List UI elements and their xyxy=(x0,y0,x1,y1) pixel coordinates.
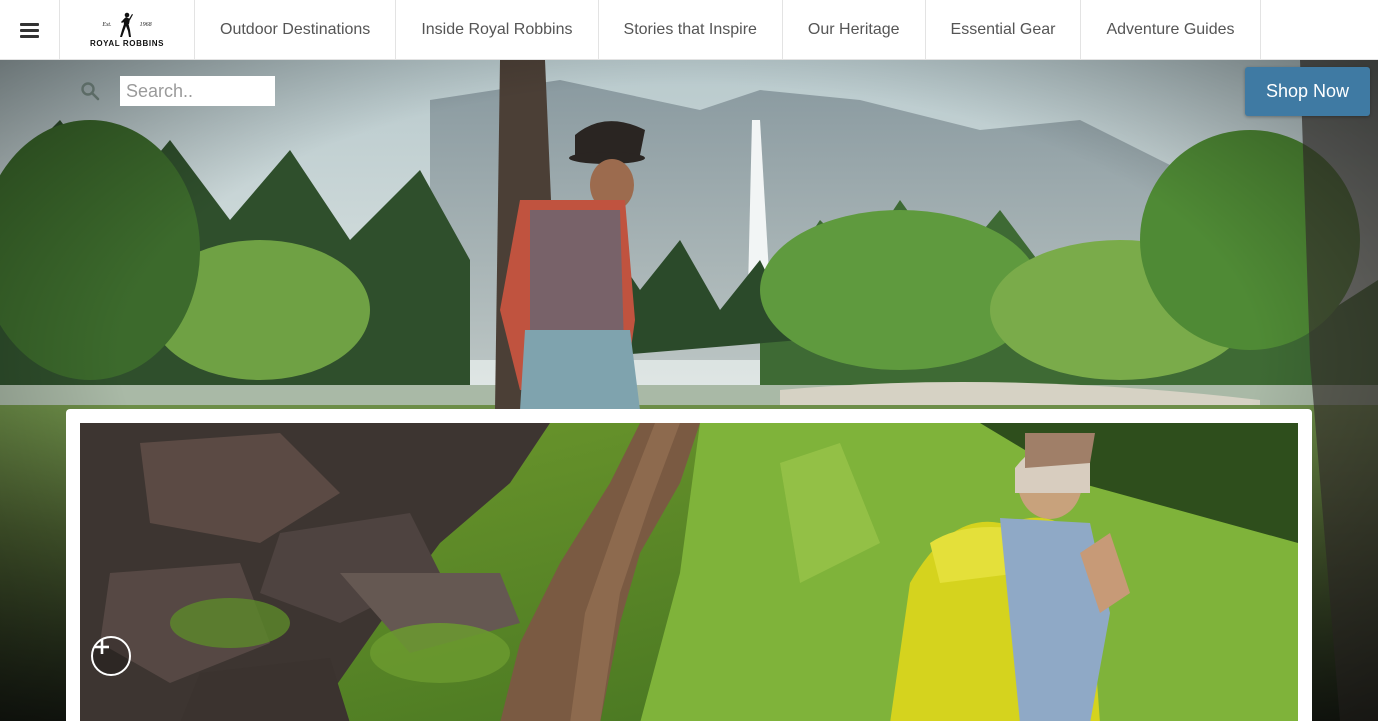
nav-item-our-heritage[interactable]: Our Heritage xyxy=(783,0,926,59)
main-nav: Outdoor Destinations Inside Royal Robbin… xyxy=(195,0,1261,59)
shop-now-button[interactable]: Shop Now xyxy=(1245,67,1370,116)
logo-year-label: 1968 xyxy=(139,22,152,28)
logo-brand-name: ROYAL ROBBINS xyxy=(89,39,165,48)
nav-item-inside-royal-robbins[interactable]: Inside Royal Robbins xyxy=(396,0,599,59)
feature-image xyxy=(80,423,1298,721)
trail-hiker-image xyxy=(80,423,1298,721)
logo-mark: Est. 1968 xyxy=(102,12,152,38)
hero-banner: Shop Now xyxy=(0,60,1378,721)
nav-item-stories-that-inspire[interactable]: Stories that Inspire xyxy=(599,0,783,59)
expand-button[interactable] xyxy=(91,636,131,676)
nav-item-essential-gear[interactable]: Essential Gear xyxy=(926,0,1082,59)
brand-logo[interactable]: Est. 1968 ROYAL ROBBINS xyxy=(60,0,195,60)
logo-est-label: Est. xyxy=(102,22,112,28)
feature-card xyxy=(66,409,1312,721)
nav-item-adventure-guides[interactable]: Adventure Guides xyxy=(1081,0,1261,59)
top-navigation: Est. 1968 ROYAL ROBBINS Outdoor Destinat… xyxy=(0,0,1378,60)
hamburger-icon xyxy=(20,22,39,38)
search-icon[interactable] xyxy=(80,81,100,101)
search-input[interactable] xyxy=(120,76,275,106)
nav-item-outdoor-destinations[interactable]: Outdoor Destinations xyxy=(195,0,397,59)
plus-icon xyxy=(95,640,109,654)
menu-toggle-button[interactable] xyxy=(0,0,60,60)
climber-logo-icon xyxy=(119,12,133,37)
